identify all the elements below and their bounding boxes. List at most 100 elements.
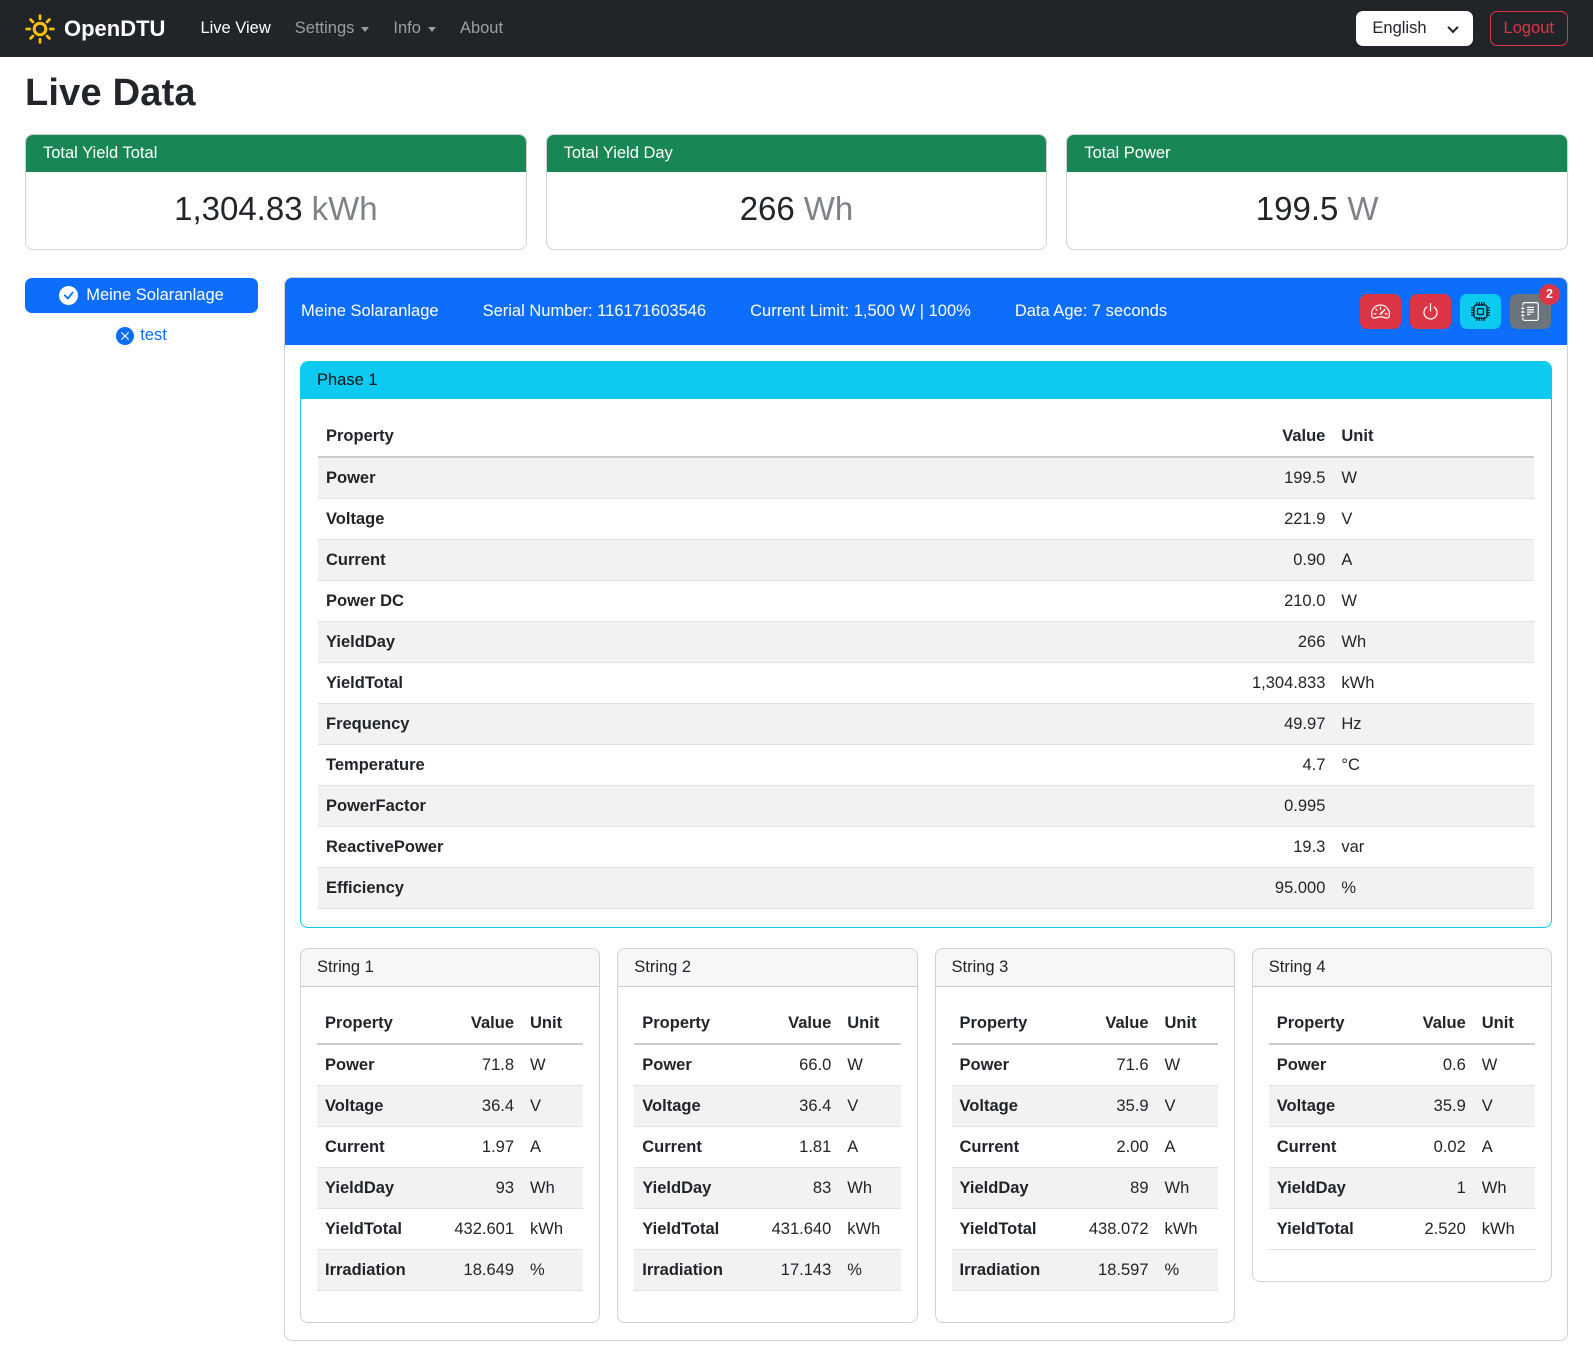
check-circle-icon xyxy=(59,286,78,305)
nav-item-about[interactable]: About xyxy=(451,11,512,46)
inverter-select-meine-solaranlage[interactable]: Meine Solaranlage xyxy=(25,278,258,313)
summary-card-body: 199.5W xyxy=(1067,172,1567,249)
summary-card-total-yield-day: Total Yield Day266Wh xyxy=(546,134,1048,250)
value-cell: 1,304.833 xyxy=(1115,663,1334,704)
table-row-yieldday: YieldDay83Wh xyxy=(634,1168,900,1209)
table-row-irradiation: Irradiation17.143% xyxy=(634,1250,900,1291)
string-table: PropertyValueUnitPower71.6WVoltage35.9VC… xyxy=(952,1003,1218,1291)
inverter-serial: Serial Number: 116171603546 xyxy=(483,302,707,321)
inverter-select-label: test xyxy=(140,326,167,345)
value-cell: 36.4 xyxy=(751,1086,839,1127)
nav-item-label: Settings xyxy=(295,19,355,38)
table-row-irradiation: Irradiation18.649% xyxy=(317,1250,583,1291)
unit-cell: kWh xyxy=(839,1209,900,1250)
nav-menu: Live View Settings Info About xyxy=(191,11,512,46)
inverter-card-header: Meine Solaranlage Serial Number: 1161716… xyxy=(285,278,1567,345)
property-cell: Voltage xyxy=(317,1086,434,1127)
property-cell: Frequency xyxy=(318,704,1115,745)
limit-settings-button[interactable] xyxy=(1360,294,1401,329)
summary-card-value: 266 xyxy=(740,190,795,227)
inverter-actions: 2 xyxy=(1360,294,1551,329)
table-row-voltage: Voltage36.4V xyxy=(317,1086,583,1127)
unit-cell: Wh xyxy=(839,1168,900,1209)
value-cell: 0.995 xyxy=(1115,786,1334,827)
language-select-value: English xyxy=(1372,19,1426,38)
event-log-button[interactable]: 2 xyxy=(1510,294,1551,329)
value-cell: 66.0 xyxy=(751,1044,839,1086)
power-toggle-button[interactable] xyxy=(1410,294,1451,329)
string-table: PropertyValueUnitPower66.0WVoltage36.4VC… xyxy=(634,1003,900,1291)
value-cell: 199.5 xyxy=(1115,457,1334,499)
unit-cell: A xyxy=(839,1127,900,1168)
table-row-irradiation: Irradiation18.597% xyxy=(952,1250,1218,1291)
inverter-select-label: Meine Solaranlage xyxy=(86,286,224,305)
logout-button[interactable]: Logout xyxy=(1490,11,1568,46)
property-cell: YieldDay xyxy=(317,1168,434,1209)
string-card-title: String 1 xyxy=(301,949,599,987)
device-info-button[interactable] xyxy=(1460,294,1501,329)
chevron-down-icon xyxy=(428,27,436,32)
value-cell: 221.9 xyxy=(1115,499,1334,540)
value-cell: 35.9 xyxy=(1069,1086,1157,1127)
summary-card-unit: Wh xyxy=(804,190,854,227)
unit-cell: V xyxy=(1333,499,1534,540)
speedometer-icon xyxy=(1371,302,1390,321)
table-header-row: PropertyValueUnit xyxy=(317,1003,583,1044)
string-card-string-4: String 4PropertyValueUnitPower0.6WVoltag… xyxy=(1252,948,1552,1282)
value-cell: 438.072 xyxy=(1069,1209,1157,1250)
nav-item-label: About xyxy=(460,19,503,38)
unit-cell: % xyxy=(522,1250,583,1291)
nav-item-settings[interactable]: Settings xyxy=(286,11,379,46)
summary-card-title: Total Power xyxy=(1067,135,1567,172)
brand-name: OpenDTU xyxy=(64,16,165,42)
unit-cell: W xyxy=(1333,457,1534,499)
main-content: Live Data Total Yield Total1,304.83kWhTo… xyxy=(0,72,1593,1359)
value-cell: 2.520 xyxy=(1386,1209,1474,1250)
x-circle-icon xyxy=(116,327,134,345)
table-row-power: Power66.0W xyxy=(634,1044,900,1086)
string-card-body: PropertyValueUnitPower66.0WVoltage36.4VC… xyxy=(618,987,916,1322)
value-cell: 266 xyxy=(1115,622,1334,663)
value-cell: 4.7 xyxy=(1115,745,1334,786)
value-cell: 17.143 xyxy=(751,1250,839,1291)
summary-card-title: Total Yield Day xyxy=(547,135,1047,172)
value-cell: 93 xyxy=(434,1168,522,1209)
value-cell: 18.597 xyxy=(1069,1250,1157,1291)
property-cell: Current xyxy=(634,1127,751,1168)
unit-cell: W xyxy=(522,1044,583,1086)
column-property: Property xyxy=(1269,1003,1386,1044)
table-row-yieldtotal: YieldTotal1,304.833kWh xyxy=(318,663,1534,704)
brand[interactable]: OpenDTU xyxy=(25,14,165,44)
nav-item-live-view[interactable]: Live View xyxy=(191,11,279,46)
summary-card-body: 266Wh xyxy=(547,172,1047,249)
unit-cell: V xyxy=(1474,1086,1535,1127)
property-cell: Power xyxy=(952,1044,1069,1086)
property-cell: Power xyxy=(634,1044,751,1086)
table-row-power: Power0.6W xyxy=(1269,1044,1535,1086)
unit-cell: kWh xyxy=(1333,663,1534,704)
summary-card-total-yield-total: Total Yield Total1,304.83kWh xyxy=(25,134,527,250)
language-select[interactable]: English xyxy=(1356,11,1472,46)
string-card-title: String 2 xyxy=(618,949,916,987)
unit-cell: W xyxy=(1157,1044,1218,1086)
table-row-yieldday: YieldDay93Wh xyxy=(317,1168,583,1209)
column-value: Value xyxy=(1386,1003,1474,1044)
property-cell: Current xyxy=(1269,1127,1386,1168)
nav-item-wrap: Info xyxy=(384,11,445,46)
column-property: Property xyxy=(634,1003,751,1044)
nav-item-info[interactable]: Info xyxy=(384,11,445,46)
inverter-select-test[interactable]: test xyxy=(116,326,167,345)
string-card-title: String 4 xyxy=(1253,949,1551,987)
journal-text-icon xyxy=(1521,302,1540,321)
property-cell: Temperature xyxy=(318,745,1115,786)
phase-panel: Phase 1 PropertyValueUnitPower199.5WVolt… xyxy=(300,361,1552,928)
unit-cell: V xyxy=(522,1086,583,1127)
sun-icon xyxy=(25,14,55,44)
nav-item-label: Live View xyxy=(200,19,270,38)
property-cell: Irradiation xyxy=(634,1250,751,1291)
table-row-yieldtotal: YieldTotal431.640kWh xyxy=(634,1209,900,1250)
table-row-reactivepower: ReactivePower19.3var xyxy=(318,827,1534,868)
table-row-power-dc: Power DC210.0W xyxy=(318,581,1534,622)
table-header-row: PropertyValueUnit xyxy=(318,416,1534,457)
string-table: PropertyValueUnitPower71.8WVoltage36.4VC… xyxy=(317,1003,583,1291)
